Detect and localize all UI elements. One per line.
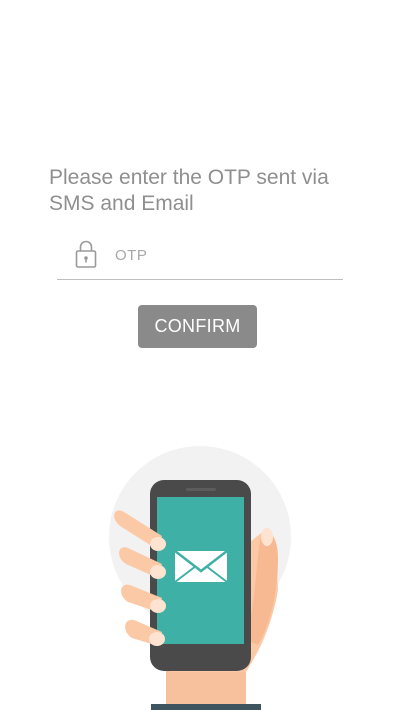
otp-field-row [57, 236, 343, 280]
sleeve-cuff [151, 704, 261, 710]
otp-input[interactable] [115, 244, 335, 266]
confirm-button[interactable]: CONFIRM [138, 305, 257, 348]
otp-instruction-text: Please enter the OTP sent via SMS and Em… [49, 166, 329, 215]
lock-icon [75, 240, 97, 268]
envelope-icon [174, 550, 228, 583]
hand-wrist [166, 666, 246, 708]
thumb-nail [261, 528, 273, 546]
phone-otp-illustration [109, 446, 291, 710]
